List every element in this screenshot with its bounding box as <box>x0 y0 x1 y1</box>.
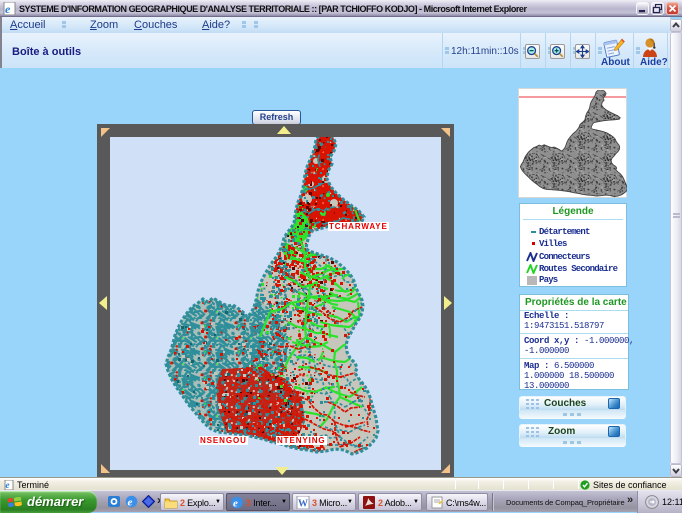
svg-text:e: e <box>128 497 133 509</box>
svg-text:e: e <box>5 2 11 15</box>
svg-text:e: e <box>233 498 238 510</box>
svg-text:e: e <box>6 480 10 490</box>
svg-text:W: W <box>298 499 308 510</box>
